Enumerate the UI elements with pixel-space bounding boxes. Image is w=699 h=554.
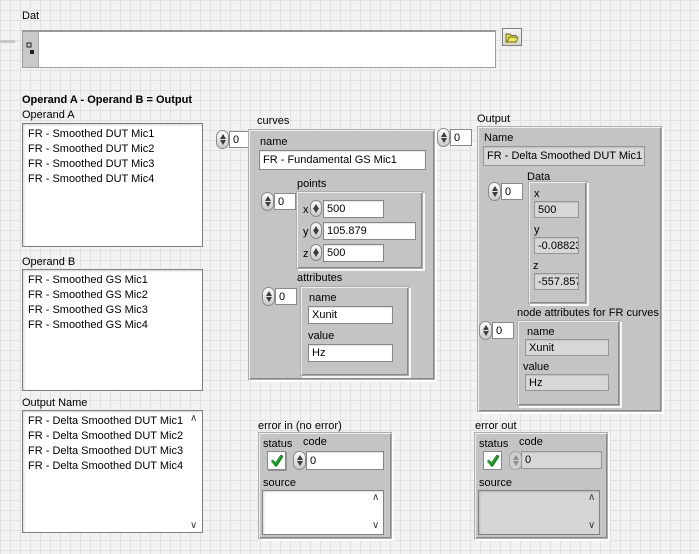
- list-item[interactable]: FR - Smoothed DUT Mic4: [23, 172, 202, 187]
- data-index-field[interactable]: 0: [501, 183, 523, 200]
- attribute-name-field[interactable]: Xunit: [308, 306, 393, 324]
- operand-b-label: Operand B: [22, 256, 75, 269]
- error-in-source-field[interactable]: [262, 490, 384, 535]
- point-x-field[interactable]: 500: [323, 200, 384, 218]
- points-index-spinner[interactable]: [261, 192, 274, 211]
- error-in-status-toggle[interactable]: [267, 451, 286, 470]
- data-z-label: z: [533, 260, 539, 273]
- scroll-up-icon[interactable]: ∧: [190, 414, 197, 424]
- error-out-status-indicator: [483, 451, 502, 470]
- point-y-spinner[interactable]: [310, 222, 322, 239]
- operand-a-label: Operand A: [22, 109, 75, 122]
- browse-button[interactable]: [502, 28, 522, 46]
- attribute-name-label: name: [309, 292, 337, 305]
- curves-label: curves: [257, 115, 289, 128]
- attribute-value-label: value: [308, 330, 334, 343]
- error-out-source-field: [478, 490, 600, 535]
- point-x-label: x: [303, 204, 309, 217]
- attribute-value-field[interactable]: Hz: [308, 344, 393, 362]
- list-item[interactable]: FR - Smoothed GS Mic2: [23, 288, 202, 303]
- list-item[interactable]: FR - Smoothed GS Mic3: [23, 303, 202, 318]
- scroll-up-icon[interactable]: ∧: [372, 493, 379, 503]
- node-attributes-label: node attributes for FR curves: [517, 307, 659, 320]
- labview-front-panel: Dat Operand A - Operand B = Output Opera…: [0, 0, 699, 554]
- node-attributes-index-field[interactable]: 0: [492, 322, 514, 339]
- check-icon: [270, 454, 283, 467]
- point-x-spinner[interactable]: [310, 200, 322, 217]
- list-item[interactable]: FR - Delta Smoothed DUT Mic4: [23, 459, 202, 474]
- attributes-index-spinner[interactable]: [262, 287, 275, 306]
- attributes-label: attributes: [297, 272, 342, 285]
- list-item[interactable]: FR - Delta Smoothed DUT Mic2: [23, 429, 202, 444]
- error-out-code-field: 0: [521, 451, 602, 469]
- data-x-label: x: [534, 188, 540, 201]
- attributes-index-field[interactable]: 0: [275, 288, 297, 305]
- output-name-label: Output Name: [22, 397, 87, 410]
- error-in-status-label: status: [263, 438, 292, 451]
- curves-index-field[interactable]: 0: [229, 131, 250, 148]
- curves-index-spinner[interactable]: [216, 130, 229, 149]
- point-z-field[interactable]: 500: [323, 244, 384, 262]
- error-out-code-label: code: [519, 436, 543, 449]
- operation-heading: Operand A - Operand B = Output: [22, 94, 192, 107]
- output-name-field: FR - Delta Smoothed DUT Mic1: [483, 146, 645, 166]
- error-in-source-label: source: [263, 477, 296, 490]
- list-item[interactable]: FR - Smoothed DUT Mic2: [23, 142, 202, 157]
- error-out-source-label: source: [479, 477, 512, 490]
- list-item[interactable]: FR - Smoothed DUT Mic1: [23, 127, 202, 142]
- data-index-spinner[interactable]: [488, 182, 501, 201]
- scroll-up-icon[interactable]: ∧: [588, 493, 595, 503]
- error-in-code-spinner[interactable]: [293, 451, 306, 470]
- error-in-code-label: code: [303, 436, 327, 449]
- scroll-down-icon[interactable]: ∨: [372, 521, 379, 531]
- point-y-label: y: [303, 226, 309, 239]
- curve-name-label: name: [260, 136, 288, 149]
- panel-edge-artifact: [0, 40, 15, 43]
- points-label: points: [297, 178, 326, 191]
- output-label: Output: [477, 113, 510, 126]
- data-x-field: 500: [534, 201, 579, 218]
- list-item[interactable]: FR - Smoothed GS Mic4: [23, 318, 202, 333]
- output-index-spinner[interactable]: [437, 128, 450, 147]
- path-label: Dat: [22, 10, 39, 23]
- error-in-code-field[interactable]: 0: [306, 451, 384, 470]
- node-attribute-value-label: value: [523, 361, 549, 374]
- folder-open-icon: [505, 32, 519, 43]
- output-name-listbox[interactable]: FR - Delta Smoothed DUT Mic1 FR - Delta …: [22, 410, 203, 533]
- check-icon: [486, 454, 499, 467]
- data-z-field: -557.857: [534, 273, 579, 290]
- operand-a-listbox[interactable]: FR - Smoothed DUT Mic1 FR - Smoothed DUT…: [22, 123, 203, 247]
- error-out-status-label: status: [479, 438, 508, 451]
- point-y-field[interactable]: 105.879: [323, 222, 416, 240]
- list-item[interactable]: FR - Delta Smoothed DUT Mic1: [23, 414, 202, 429]
- data-y-field: -0.08823: [534, 237, 579, 254]
- point-z-label: z: [303, 248, 309, 261]
- output-name-field-label: Name: [484, 132, 513, 145]
- scroll-down-icon[interactable]: ∨: [588, 521, 595, 531]
- operand-b-listbox[interactable]: FR - Smoothed GS Mic1 FR - Smoothed GS M…: [22, 269, 203, 391]
- node-attributes-index-spinner[interactable]: [479, 321, 492, 340]
- points-index-field[interactable]: 0: [274, 193, 296, 210]
- path-icon: [26, 42, 35, 55]
- path-type-strip: [23, 32, 39, 67]
- list-item[interactable]: FR - Delta Smoothed DUT Mic3: [23, 444, 202, 459]
- node-attribute-value-field: Hz: [525, 374, 609, 391]
- node-attribute-name-label: name: [527, 326, 555, 339]
- point-z-spinner[interactable]: [310, 244, 322, 261]
- curve-name-field[interactable]: FR - Fundamental GS Mic1: [259, 150, 426, 170]
- path-input[interactable]: [22, 30, 496, 68]
- node-attribute-name-field: Xunit: [525, 339, 609, 356]
- scroll-down-icon[interactable]: ∨: [190, 521, 197, 531]
- data-y-label: y: [534, 224, 540, 237]
- output-index-field[interactable]: 0: [450, 129, 472, 146]
- list-item[interactable]: FR - Smoothed DUT Mic3: [23, 157, 202, 172]
- list-item[interactable]: FR - Smoothed GS Mic1: [23, 273, 202, 288]
